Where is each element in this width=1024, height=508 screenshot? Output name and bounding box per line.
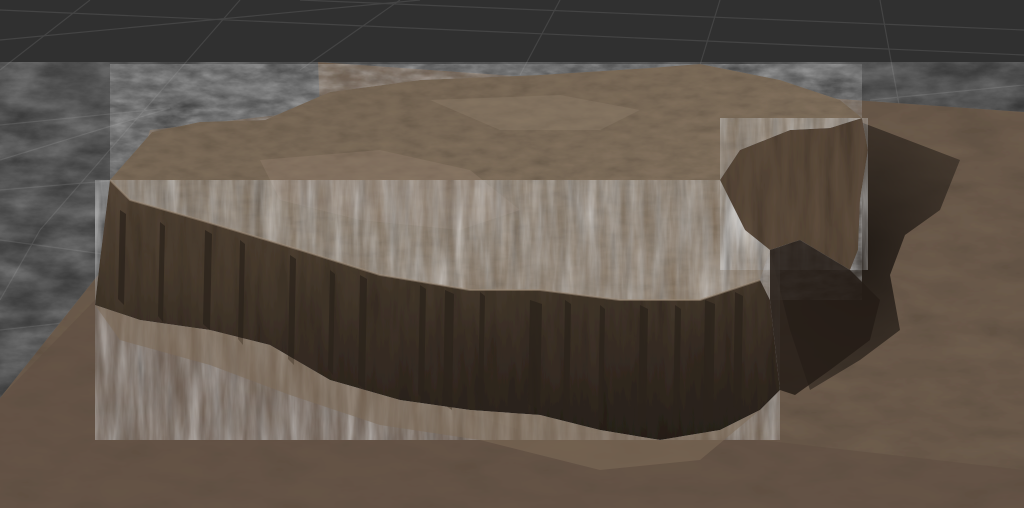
cliff-crevice: [528, 300, 542, 410]
cliff-crevice: [703, 300, 715, 425]
3d-viewport[interactable]: [0, 0, 1024, 508]
viewport-canvas[interactable]: [0, 0, 1024, 508]
